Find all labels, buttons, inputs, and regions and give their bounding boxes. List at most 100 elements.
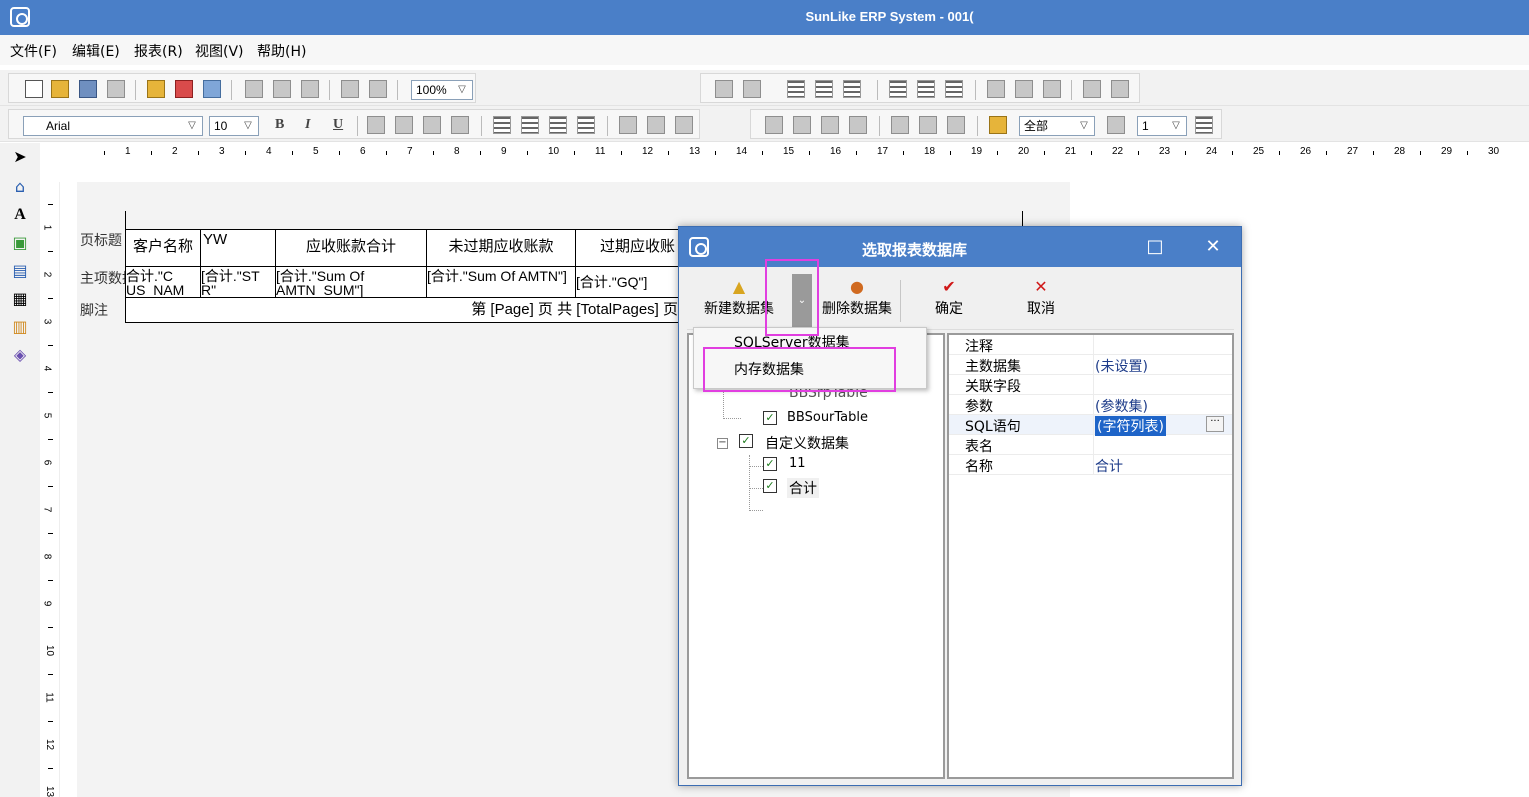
vertical-spacing-icon[interactable] — [1083, 80, 1101, 98]
align-top-icon[interactable] — [889, 80, 907, 98]
menu-file[interactable]: 文件(F) — [10, 41, 57, 61]
footer-page-number[interactable]: 第 [Page] 页 共 [TotalPages] 页 — [125, 297, 685, 323]
prop-row-link-field[interactable]: 关联字段 — [949, 375, 1232, 395]
border-outer-icon[interactable] — [821, 116, 839, 134]
pointer-tool-icon[interactable]: ➤ — [10, 147, 30, 167]
tree-item-bbsourtable[interactable]: BBSourTable — [787, 410, 868, 425]
align-right-edges-icon[interactable] — [843, 80, 861, 98]
scope-select[interactable]: 全部 ▽ — [1019, 116, 1095, 136]
line-style-icon[interactable] — [1195, 116, 1213, 134]
header-cell-not-overdue[interactable]: 未过期应收账款 — [426, 229, 576, 267]
align-bottom-icon[interactable] — [945, 80, 963, 98]
merge-cells-icon[interactable] — [891, 116, 909, 134]
delete-dataset-button[interactable]: ● 删除数据集 — [817, 278, 897, 326]
prop-row-comment[interactable]: 注释 — [949, 335, 1232, 355]
paste-icon[interactable] — [301, 80, 319, 98]
book-icon[interactable] — [203, 80, 221, 98]
prop-row-sql[interactable]: SQL语句 (字符列表) ··· — [949, 415, 1232, 436]
collapse-icon[interactable]: − — [717, 438, 728, 449]
new-file-icon[interactable] — [25, 80, 43, 98]
text-align-left-icon[interactable] — [493, 116, 511, 134]
checkbox-11[interactable]: ✓ — [763, 457, 777, 471]
barcode-3-icon[interactable] — [675, 116, 693, 134]
clear-format-icon[interactable] — [451, 116, 469, 134]
frame-icon[interactable] — [947, 116, 965, 134]
split-cells-icon[interactable] — [919, 116, 937, 134]
delete-report-icon[interactable] — [175, 80, 193, 98]
bold-button[interactable]: B — [275, 117, 284, 133]
text-align-right-icon[interactable] — [549, 116, 567, 134]
prop-row-name[interactable]: 名称 合计 — [949, 455, 1232, 475]
save-icon[interactable] — [79, 80, 97, 98]
fill-color-icon[interactable] — [989, 116, 1007, 134]
font-color-icon[interactable] — [395, 116, 413, 134]
chart-tool-icon[interactable]: ▥ — [10, 317, 30, 337]
checkbox-custom-dataset[interactable]: ✓ — [739, 434, 753, 448]
cut-icon[interactable] — [245, 80, 263, 98]
report-property-icon[interactable] — [147, 80, 165, 98]
band-icon[interactable] — [743, 80, 761, 98]
cancel-button[interactable]: ✕ 取消 — [1021, 278, 1061, 326]
checkbox-total[interactable]: ✓ — [763, 479, 777, 493]
qrcode-tool-icon[interactable]: ▦ — [10, 289, 30, 309]
close-button[interactable]: ✕ — [1199, 235, 1227, 259]
zoom-select[interactable]: 100% ▽ — [411, 80, 473, 100]
prop-row-params[interactable]: 参数 (参数集) — [949, 395, 1232, 415]
detail-cell-st[interactable]: [合计."ST R" — [200, 266, 276, 298]
header-cell-overdue[interactable]: 过期应收账 — [575, 229, 685, 267]
header-cell-customer[interactable]: 客户名称 — [125, 229, 201, 267]
menu-view[interactable]: 视图(V) — [195, 41, 244, 61]
barcode-2-icon[interactable] — [647, 116, 665, 134]
redo-icon[interactable] — [369, 80, 387, 98]
line-width-select[interactable]: 1 ▽ — [1137, 116, 1187, 136]
font-select[interactable]: Arial ▽ — [23, 116, 203, 136]
subreport-tool-icon[interactable]: ▤ — [10, 261, 30, 281]
confirm-button[interactable]: ✔ 确定 — [929, 278, 969, 326]
open-folder-icon[interactable] — [51, 80, 69, 98]
barcode-icon[interactable] — [619, 116, 637, 134]
shape-tool-icon[interactable]: ◈ — [10, 345, 30, 365]
menu-help[interactable]: 帮助(H) — [257, 41, 306, 61]
font-style-icon[interactable] — [367, 116, 385, 134]
band-tool-icon[interactable]: ⌂ — [10, 177, 30, 197]
highlight-icon[interactable] — [423, 116, 441, 134]
menu-report[interactable]: 报表(R) — [134, 41, 183, 61]
align-left-edges-icon[interactable] — [787, 80, 805, 98]
tree-item-total[interactable]: 合计 — [787, 478, 819, 498]
font-size-select[interactable]: 10 ▽ — [209, 116, 259, 136]
text-justify-icon[interactable] — [577, 116, 595, 134]
detail-cell-sum-amtn-sum[interactable]: [合计."Sum Of AMTN_SUM"] — [275, 266, 427, 298]
border-all-icon[interactable] — [765, 116, 783, 134]
detail-cell-customer[interactable]: 合计."C US_NAM — [125, 266, 201, 298]
text-align-center-icon[interactable] — [521, 116, 539, 134]
border-inner-icon[interactable] — [793, 116, 811, 134]
sql-ellipsis-button[interactable]: ··· — [1206, 416, 1224, 432]
tree-item-custom-dataset[interactable]: 自定义数据集 — [765, 433, 849, 453]
align-center-icon[interactable] — [815, 80, 833, 98]
undo-icon[interactable] — [341, 80, 359, 98]
border-horizontal-icon[interactable] — [849, 116, 867, 134]
tree-item-11[interactable]: 11 — [789, 456, 806, 471]
same-width-icon[interactable] — [987, 80, 1005, 98]
print-preview-icon[interactable] — [107, 80, 125, 98]
maximize-button[interactable]: □ — [1141, 235, 1169, 259]
italic-button[interactable]: I — [305, 117, 310, 133]
prop-row-table-name[interactable]: 表名 — [949, 435, 1232, 455]
copy-icon[interactable] — [273, 80, 291, 98]
text-tool-icon[interactable]: A — [10, 205, 30, 225]
same-size-icon[interactable] — [1043, 80, 1061, 98]
checkbox-bbsourtable[interactable]: ✓ — [763, 411, 777, 425]
detail-cell-sum-amtn[interactable]: [合计."Sum Of AMTN"] — [426, 266, 576, 298]
underline-button[interactable]: U — [333, 117, 343, 133]
align-middle-icon[interactable] — [917, 80, 935, 98]
image-tool-icon[interactable]: ▣ — [10, 233, 30, 253]
edit-icon[interactable] — [715, 80, 733, 98]
prop-row-master-dataset[interactable]: 主数据集 (未设置) — [949, 355, 1232, 375]
menu-edit[interactable]: 编辑(E) — [72, 41, 120, 61]
detail-cell-gq[interactable]: [合计."GQ"] — [575, 266, 685, 298]
same-height-icon[interactable] — [1015, 80, 1033, 98]
line-color-icon[interactable] — [1107, 116, 1125, 134]
header-cell-yw[interactable]: YW — [200, 229, 276, 267]
horizontal-spacing-icon[interactable] — [1111, 80, 1129, 98]
header-cell-receivable-total[interactable]: 应收账款合计 — [275, 229, 427, 267]
